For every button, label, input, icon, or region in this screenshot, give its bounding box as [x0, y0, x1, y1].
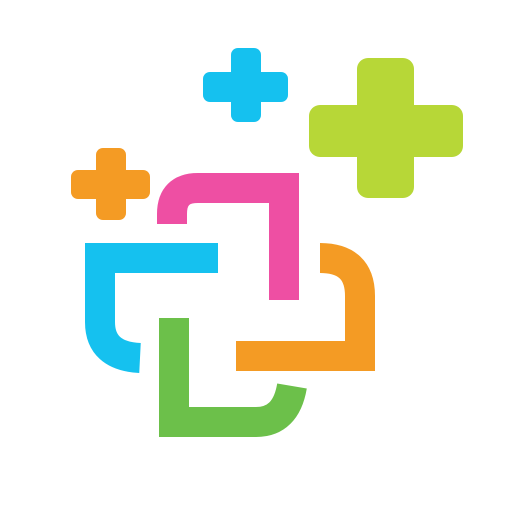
- lime-plus-icon: [309, 58, 463, 198]
- blue-plus-icon: [203, 48, 288, 122]
- app-logo-icon: [71, 48, 463, 437]
- orange-plus-icon: [71, 148, 150, 220]
- logo-canvas: [0, 0, 512, 512]
